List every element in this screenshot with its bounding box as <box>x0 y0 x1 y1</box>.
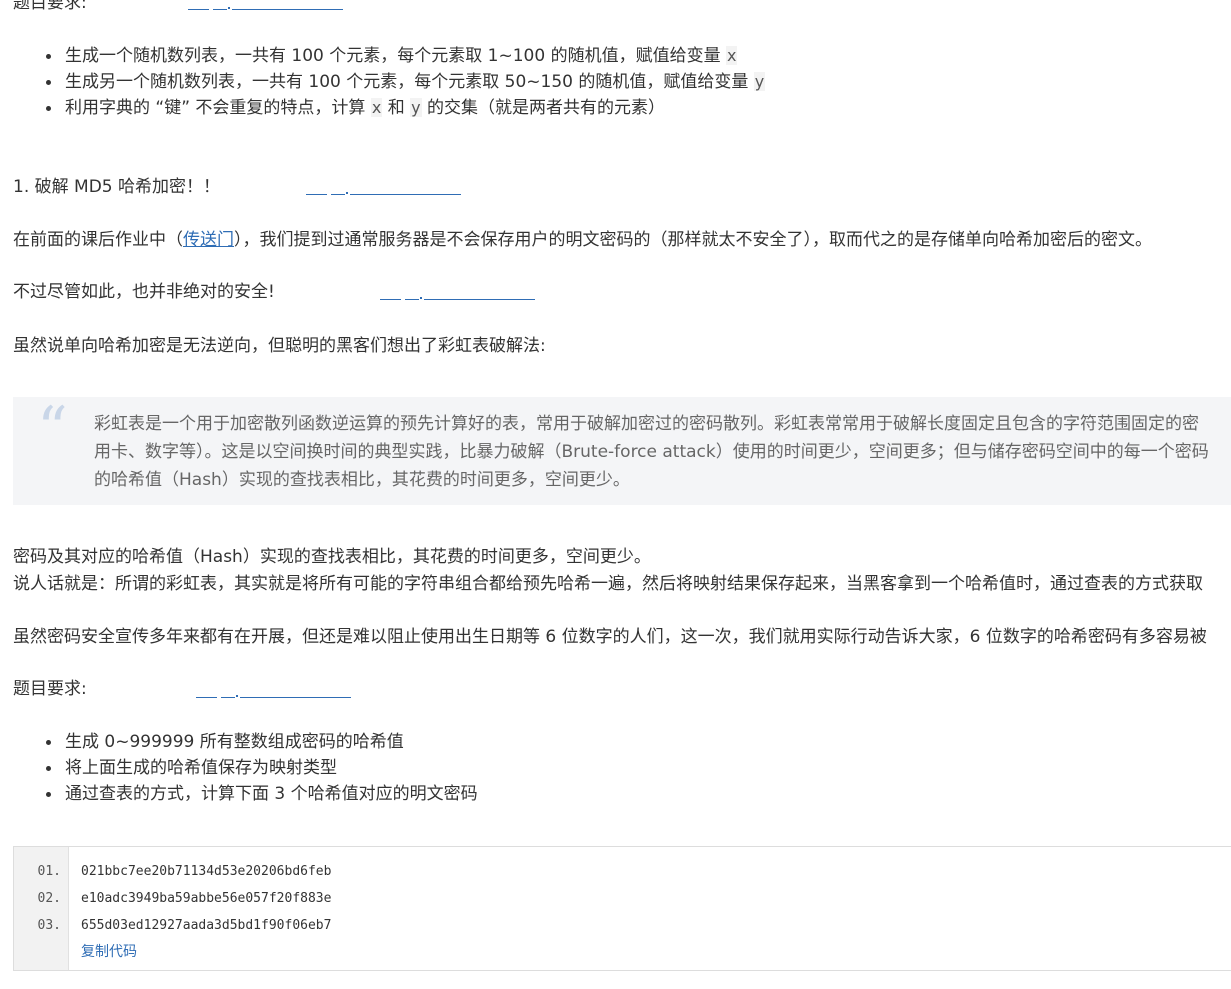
list-item: 通过查表的方式，计算下面 3 个哈希值对应的明文密码 <box>40 781 478 807</box>
inline-code: x <box>370 98 383 117</box>
heading-underline-decoration <box>380 288 535 300</box>
blockquote: “ 彩虹表是一个用于加密散列函数逆运算的预先计算好的表，常用于破解加密过的密码散… <box>13 397 1231 505</box>
list-item: 生成一个随机数列表，一共有 100 个元素，每个元素取 1~100 的随机值，赋… <box>40 43 765 69</box>
paragraph: 说人话就是：所谓的彩虹表，其实就是将所有可能的字符串组合都给预先哈希一遍，然后将… <box>13 574 1203 594</box>
heading-underline-decoration <box>188 0 343 10</box>
heading-underline-decoration <box>196 686 351 698</box>
quote-text: 彩虹表是一个用于加密散列函数逆运算的预先计算好的表，常用于破解加密过的密码散列。… <box>94 414 1209 490</box>
code-line: e10adc3949ba59abbe56e057f20f883e <box>81 891 332 906</box>
requirements-list: 生成一个随机数列表，一共有 100 个元素，每个元素取 1~100 的随机值，赋… <box>40 43 766 121</box>
code-line: 655d03ed12927aada3d5bd1f90f06eb7 <box>81 918 332 933</box>
portal-link[interactable]: 传送门 <box>183 230 234 250</box>
quote-mark-icon: “ <box>37 394 68 464</box>
list-item: 生成 0~999999 所有整数组成密码的哈希值 <box>40 729 478 755</box>
heading-underline-decoration <box>306 183 461 195</box>
list-item: 利用字典的 “键” 不会重复的特点，计算 x 和 y 的交集（就是两者共有的元素… <box>40 95 765 121</box>
line-number: 03. <box>37 918 61 933</box>
code-block: 01. 02. 03. 021bbc7ee20b71134d53e20206bd… <box>13 846 1231 971</box>
paragraph: 虽然说单向哈希加密是无法逆向，但聪明的黑客们想出了彩虹表破解法: <box>13 336 546 356</box>
list-item: 生成另一个随机数列表，一共有 100 个元素，每个元素取 50~150 的随机值… <box>40 69 766 95</box>
line-number: 01. <box>37 864 61 879</box>
inline-code: y <box>410 98 422 117</box>
paragraph: 在前面的课后作业中（传送门），我们提到过通常服务器是不会保存用户的明文密码的（那… <box>13 230 1152 250</box>
paragraph: 不过尽管如此，也并非绝对的安全! <box>13 282 275 302</box>
paragraph: 密码及其对应的哈希值（Hash）实现的查找表相比，其花费的时间更多，空间更少。 <box>13 547 651 567</box>
paragraph: 虽然密码安全宣传多年来都有在开展，但还是难以阻止使用出生日期等 6 位数字的人们… <box>13 627 1207 647</box>
section-heading: 题目要求: <box>13 679 87 699</box>
inline-code: y <box>753 72 766 91</box>
list-item: 将上面生成的哈希值保存为映射类型 <box>40 755 478 781</box>
line-number: 02. <box>37 891 61 906</box>
section-heading: 题目要求: <box>13 0 87 13</box>
code-line: 021bbc7ee20b71134d53e20206bd6feb <box>81 864 332 879</box>
section-title: 1. 破解 MD5 哈希加密！！ <box>13 177 221 197</box>
copy-code-button[interactable]: 复制代码 <box>81 941 137 961</box>
inline-code: x <box>725 46 738 65</box>
requirements-list: 生成 0~999999 所有整数组成密码的哈希值 将上面生成的哈希值保存为映射类… <box>40 729 478 807</box>
line-number-gutter: 01. 02. 03. <box>14 847 69 970</box>
